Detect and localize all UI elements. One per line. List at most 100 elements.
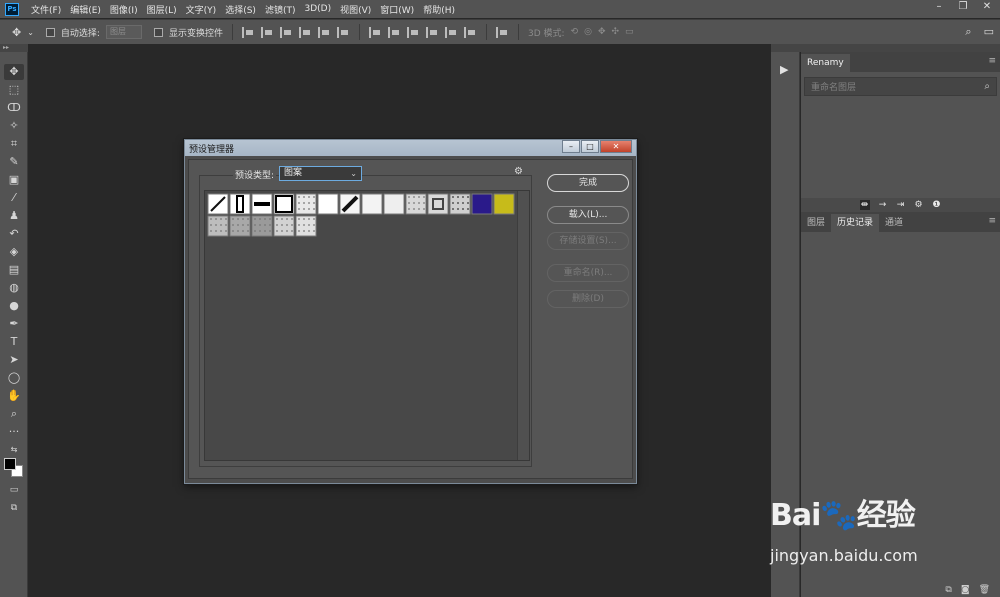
pattern-swatch[interactable]	[493, 193, 515, 215]
new-document-icon[interactable]: ⧉	[945, 585, 951, 595]
search-icon[interactable]: ⌕	[984, 81, 990, 92]
trash-icon[interactable]: 🗑	[979, 585, 990, 595]
auto-align-icon[interactable]	[495, 26, 509, 38]
distribute-left-icon[interactable]	[425, 26, 439, 38]
workspace-icon[interactable]: ▭	[984, 25, 994, 39]
tab-history[interactable]: 历史记录	[831, 214, 880, 232]
tab-channels[interactable]: 通道	[879, 214, 909, 232]
auto-select-dropdown[interactable]: 图层	[105, 25, 142, 39]
play-icon[interactable]: ▶	[780, 63, 788, 76]
menu-help[interactable]: 帮助(H)	[423, 3, 455, 16]
menu-edit[interactable]: 编辑(E)	[70, 3, 101, 16]
menu-type[interactable]: 文字(Y)	[186, 3, 217, 16]
align-middle-icon[interactable]	[317, 26, 331, 38]
menu-image[interactable]: 图像(I)	[110, 3, 138, 16]
rename-button[interactable]: 重命名(R)...	[547, 264, 629, 282]
pattern-swatch[interactable]	[471, 193, 493, 215]
eyedropper-icon[interactable]: ✎	[4, 154, 24, 170]
gradient-tool-icon[interactable]: ▤	[4, 262, 24, 278]
tab-layers[interactable]: 图层	[801, 214, 831, 232]
dodge-tool-icon[interactable]: ●	[4, 298, 24, 314]
panel-menu-icon[interactable]: ≡	[988, 216, 996, 226]
minimize-icon[interactable]: –	[930, 1, 948, 12]
pattern-swatch[interactable]	[427, 193, 449, 215]
menu-select[interactable]: 选择(S)	[225, 3, 256, 16]
ellipse-tool-icon[interactable]: ◯	[4, 370, 24, 386]
panel-menu-icon[interactable]: ≡	[988, 56, 996, 66]
menu-3d[interactable]: 3D(D)	[304, 4, 331, 14]
menu-filter[interactable]: 滤镜(T)	[265, 3, 296, 16]
dialog-maximize-icon[interactable]: □	[581, 140, 599, 153]
pattern-swatch[interactable]	[317, 193, 339, 215]
3d-pan-icon[interactable]: ✥	[598, 27, 606, 37]
brush-tool-icon[interactable]: ⁄	[4, 190, 24, 206]
rename-layer-input[interactable]: 重命名图层 ⌕	[804, 77, 997, 96]
pattern-swatch[interactable]	[361, 193, 383, 215]
magic-wand-icon[interactable]: ✧	[4, 118, 24, 134]
crop-tool-icon[interactable]: ⌗	[4, 136, 24, 152]
healing-brush-icon[interactable]: ▣	[4, 172, 24, 188]
align-center-icon[interactable]	[260, 26, 274, 38]
3d-orbit-icon[interactable]: ⟲	[571, 27, 579, 37]
camera-icon[interactable]: ◙	[961, 585, 970, 595]
info-icon[interactable]: ❶	[932, 200, 942, 210]
more-tools-icon[interactable]: ···	[4, 424, 24, 440]
panel-collapse-strip[interactable]	[771, 44, 1000, 52]
hand-tool-icon[interactable]: ✋	[4, 388, 24, 404]
quick-mask-icon[interactable]: ▭	[4, 482, 24, 498]
history-brush-icon[interactable]: ↶	[4, 226, 24, 242]
blur-tool-icon[interactable]: ◍	[4, 280, 24, 296]
gear-icon[interactable]: ⚙	[914, 200, 924, 210]
marquee-tool-icon[interactable]: ⬚	[4, 82, 24, 98]
dialog-minimize-icon[interactable]: –	[562, 140, 580, 153]
pen-tool-icon[interactable]: ✒	[4, 316, 24, 332]
menu-layer[interactable]: 图层(L)	[147, 3, 177, 16]
distribute-top-icon[interactable]	[368, 26, 382, 38]
distribute-right-icon[interactable]	[463, 26, 477, 38]
type-tool-icon[interactable]: T	[4, 334, 24, 350]
align-left-icon[interactable]	[241, 26, 255, 38]
forward-icon[interactable]: ⇥	[896, 200, 906, 210]
3d-scale-icon[interactable]: ▭	[625, 27, 634, 37]
clone-stamp-icon[interactable]: ♟	[4, 208, 24, 224]
restore-icon[interactable]: ❐	[954, 1, 972, 12]
lasso-tool-icon[interactable]: ↀ	[4, 100, 24, 116]
close-icon[interactable]: ✕	[978, 1, 996, 12]
3d-slide-icon[interactable]: ✣	[612, 27, 620, 37]
foreground-color-swatch[interactable]	[4, 458, 16, 470]
distribute-bottom-icon[interactable]	[406, 26, 420, 38]
pattern-list[interactable]	[204, 190, 530, 461]
move-tool-icon[interactable]: ✥	[4, 64, 24, 80]
pattern-swatch[interactable]	[383, 193, 405, 215]
tab-renamy[interactable]: Renamy	[801, 54, 850, 72]
show-transform-checkbox[interactable]	[153, 27, 163, 37]
3d-roll-icon[interactable]: ◎	[584, 27, 592, 37]
eraser-icon[interactable]: ◈	[4, 244, 24, 260]
align-bottom-icon[interactable]	[336, 26, 350, 38]
align-right-icon[interactable]	[279, 26, 293, 38]
layers-action-icon[interactable]: ⇼	[859, 200, 870, 210]
chevron-down-icon[interactable]: ⌄	[27, 28, 34, 37]
distribute-center-icon[interactable]	[444, 26, 458, 38]
auto-select-checkbox[interactable]	[45, 27, 55, 37]
save-settings-button[interactable]: 存储设置(S)...	[547, 232, 629, 250]
load-button[interactable]: 载入(L)...	[547, 206, 629, 224]
move-tool-icon[interactable]: ✥	[12, 26, 21, 39]
dialog-close-icon[interactable]: ✕	[600, 140, 632, 153]
dialog-titlebar[interactable]: 预设管理器 – □ ✕	[185, 140, 636, 156]
arrow-right-icon[interactable]: →	[878, 200, 888, 210]
delete-button[interactable]: 删除(D)	[547, 290, 629, 308]
menu-view[interactable]: 视图(V)	[340, 3, 371, 16]
preset-type-dropdown[interactable]: 图案 ⌄	[279, 166, 362, 181]
zoom-tool-icon[interactable]: ⌕	[4, 406, 24, 422]
screen-mode-icon[interactable]: ⧉	[4, 500, 24, 516]
path-selection-icon[interactable]: ➤	[4, 352, 24, 368]
swap-colors-icon[interactable]: ⇆	[4, 442, 24, 458]
menu-window[interactable]: 窗口(W)	[380, 3, 414, 16]
gear-icon[interactable]: ⚙	[514, 166, 523, 177]
distribute-middle-icon[interactable]	[387, 26, 401, 38]
menu-file[interactable]: 文件(F)	[31, 3, 61, 16]
done-button[interactable]: 完成	[547, 174, 629, 192]
toolbar-collapse-strip[interactable]: ▸▸	[0, 44, 28, 52]
align-top-icon[interactable]	[298, 26, 312, 38]
